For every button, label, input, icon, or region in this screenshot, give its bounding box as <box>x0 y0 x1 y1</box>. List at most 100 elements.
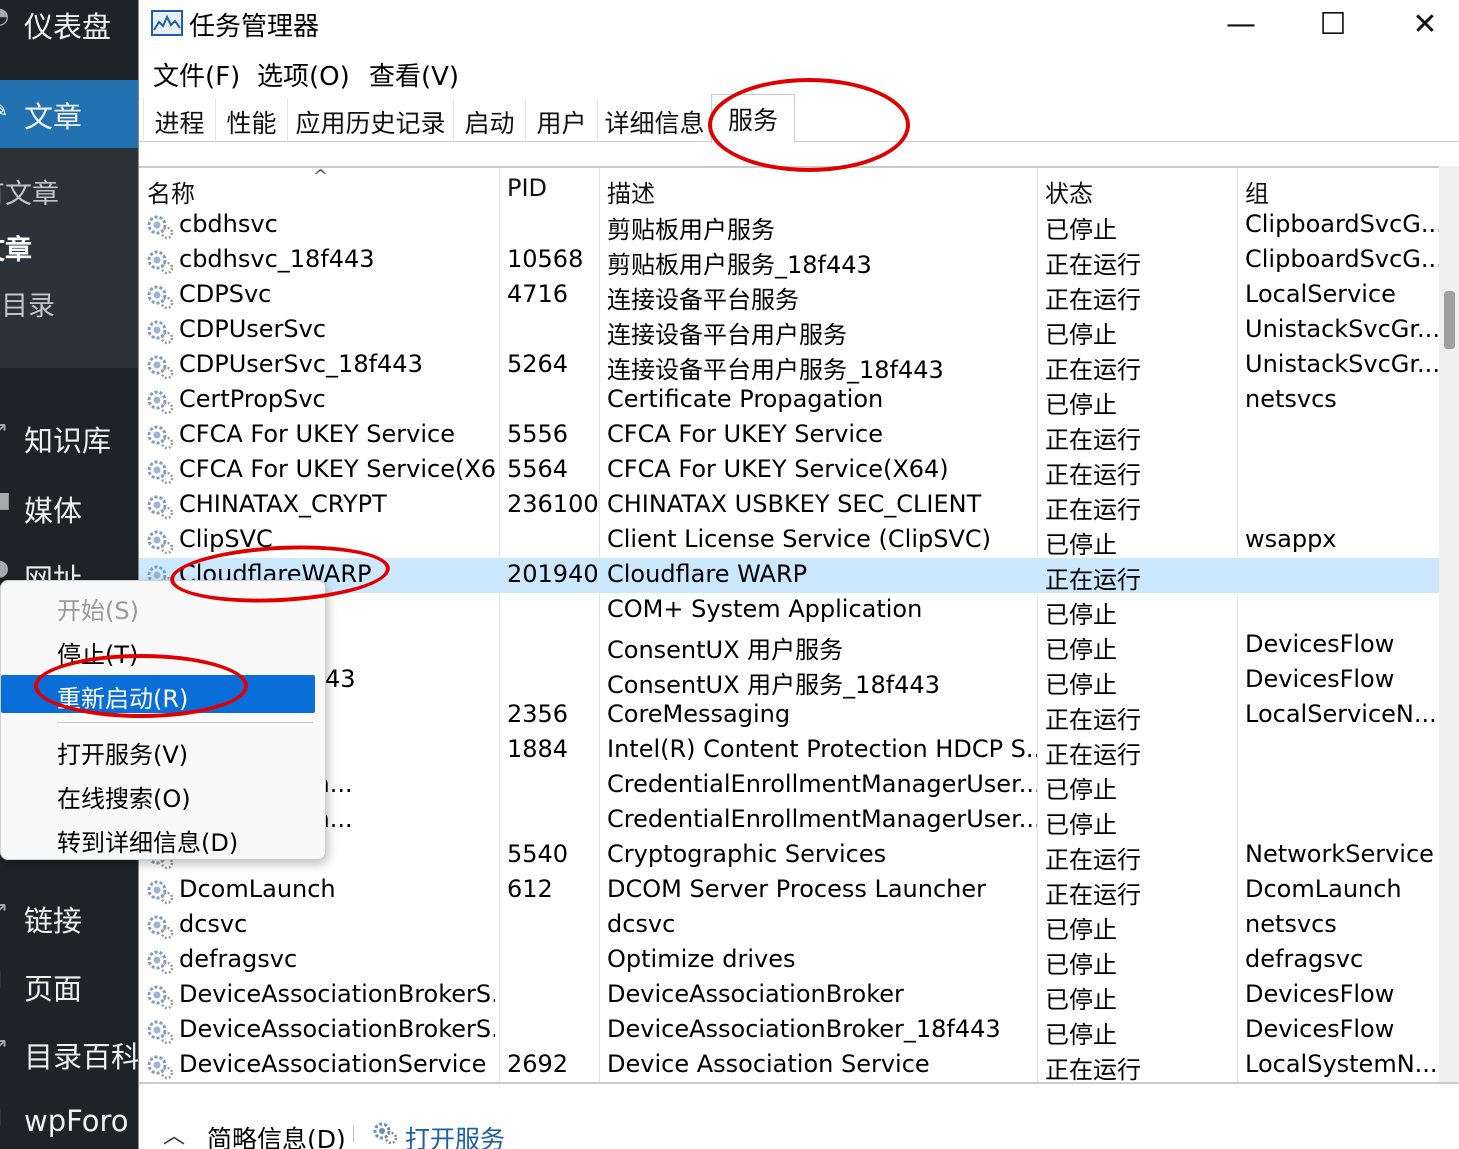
wp-menu-knowledge-base[interactable]: ↗ 知识库 <box>0 418 138 462</box>
table-row[interactable]: rollmentMan...CredentialEnrollmentManage… <box>139 768 1439 804</box>
wp-menu-label: 媒体 <box>24 494 83 528</box>
cell-name: CHINATAX_CRYPT <box>179 490 387 518</box>
chevron-up-icon[interactable]: ︿ <box>163 1118 185 1149</box>
menu-item-go-to-details[interactable]: 转到详细信息(D) <box>1 819 315 857</box>
menu-item-open-services[interactable]: 打开服务(V) <box>1 731 315 769</box>
cell-group: DevicesFlow <box>1245 630 1395 658</box>
column-header-description[interactable]: 描述 <box>607 174 655 209</box>
cell-description: Certificate Propagation <box>607 385 884 413</box>
cell-status: 已停止 <box>1045 776 1117 804</box>
wp-menu-wpforo[interactable]: ▮ wpForo <box>0 1104 138 1148</box>
column-header-pid[interactable]: PID <box>507 174 547 202</box>
directory-icon: ↗ <box>0 1034 8 1059</box>
cell-group: LocalServiceN... <box>1245 700 1437 728</box>
menu-item-search-online[interactable]: 在线搜索(O) <box>1 775 315 813</box>
table-row[interactable]: serSvc_18f443ConsentUX 用户服务_18f443已停止Dev… <box>139 663 1439 699</box>
table-row[interactable]: CDPSvc 4716 连接设备平台服务 正在运行 LocalService <box>139 278 1439 314</box>
table-row[interactable]: ngRegistrar2356CoreMessaging正在运行LocalSer… <box>139 698 1439 734</box>
maximize-button[interactable]: ☐ <box>1287 0 1379 48</box>
cell-description: DeviceAssociationBroker <box>607 980 904 1008</box>
minimize-button[interactable]: — <box>1195 0 1287 48</box>
tab-performance[interactable]: 性能 <box>215 98 287 142</box>
cell-name: CDPUserSvc <box>179 315 327 343</box>
wp-submenu-all-posts[interactable]: 有文章 <box>0 172 59 211</box>
gear-icon <box>145 457 175 485</box>
wp-submenu-new-post[interactable]: 文章 <box>0 228 32 267</box>
wp-menu-pages[interactable]: ▮ 页面 <box>0 966 138 1010</box>
cell-group: netsvcs <box>1245 385 1337 413</box>
wp-submenu-categories[interactable]: 类目录 <box>0 284 55 323</box>
sort-ascending-icon: ^ <box>313 166 329 187</box>
cell-status: 已停止 <box>1045 1021 1117 1049</box>
cell-description: 连接设备平台服务 <box>607 286 799 314</box>
cell-status: 正在运行 <box>1045 426 1141 454</box>
wp-menu-label: 页面 <box>24 972 83 1006</box>
wp-menu-dashboard[interactable]: ◔ 仪表盘 <box>0 4 138 48</box>
wp-menu-directory[interactable]: ↗ 目录百科 <box>0 1034 138 1078</box>
wp-submenu-tags[interactable]: 签 <box>0 340 1 379</box>
wp-menu-media[interactable]: ■ 媒体 <box>0 488 138 532</box>
tab-details[interactable]: 详细信息 <box>597 98 711 142</box>
table-row[interactable]: CertPropSvc Certificate Propagation 已停止 net… <box>139 383 1439 419</box>
cell-group: DcomLaunch <box>1245 875 1402 903</box>
scrollbar-thumb[interactable] <box>1444 291 1455 349</box>
gear-icon <box>145 1052 175 1080</box>
table-row[interactable]: CDPUserSvc_18f443 5264 连接设备平台用户服务_18f443 正在… <box>139 348 1439 384</box>
tab-users[interactable]: 用户 <box>525 98 597 142</box>
column-header-status[interactable]: 状态 <box>1045 174 1093 209</box>
gear-icon <box>145 282 175 310</box>
table-row[interactable]: DcomLaunch 612 DCOM Server Process Launche… <box>139 873 1439 909</box>
table-row[interactable]: cbdhsvc 剪贴板用户服务 已停止 ClipboardSvcG... <box>139 208 1439 244</box>
gear-icon <box>145 947 175 975</box>
wp-menu-posts[interactable]: ✎ 文章 <box>0 80 138 148</box>
title-bar[interactable]: 任务管理器 — ☐ ✕ <box>139 0 1459 48</box>
table-row[interactable]: DeviceAssociationBrokerS... DeviceAssocia… <box>139 1013 1439 1049</box>
cell-description: Cryptographic Services <box>607 840 887 868</box>
tab-app-history[interactable]: 应用历史记录 <box>287 98 453 142</box>
cell-description: CredentialEnrollmentManagerUser... <box>607 805 1037 833</box>
table-row[interactable]: serSvcConsentUX 用户服务已停止DevicesFlow <box>139 628 1439 664</box>
maximize-icon: ☐ <box>1319 6 1347 42</box>
cell-status: 正在运行 <box>1045 881 1141 909</box>
footer-divider <box>353 1126 354 1142</box>
vertical-scrollbar[interactable] <box>1439 166 1459 1082</box>
wp-menu-links[interactable]: ↗ 链接 <box>0 898 138 942</box>
table-row[interactable]: CFCA For UKEY Service 5556 CFCA For UKEY S… <box>139 418 1439 454</box>
table-row[interactable]: COM+ System Application 已停止 <box>139 593 1439 629</box>
cell-name: cbdhsvc <box>179 210 278 238</box>
chart-icon <box>151 10 183 36</box>
table-row[interactable]: defragsvc Optimize drives 已停止 defragsvc <box>139 943 1439 979</box>
table-row[interactable]: CDPUserSvc 连接设备平台用户服务 已停止 UnistackSvcGr... <box>139 313 1439 349</box>
close-button[interactable]: ✕ <box>1379 0 1459 48</box>
table-row[interactable]: DeviceAssociationService 2692 Device Assoc… <box>139 1048 1439 1082</box>
table-row[interactable]: dcsvc dcsvc 已停止 netsvcs <box>139 908 1439 944</box>
globe-icon: ● <box>0 556 9 581</box>
cell-description: 剪贴板用户服务_18f443 <box>607 251 872 279</box>
column-header-name[interactable]: 名称 <box>147 174 195 209</box>
table-row[interactable]: CFCA For UKEY Service(X6... 5564 CFCA For … <box>139 453 1439 489</box>
table-row[interactable]: cbdhsvc_18f443 10568 剪贴板用户服务_18f443 正在运行 Cli… <box>139 243 1439 279</box>
cell-status: 正在运行 <box>1045 496 1141 524</box>
cell-pid: 612 <box>507 875 553 903</box>
menu-view[interactable]: 查看(V) <box>369 56 459 93</box>
column-header-group[interactable]: 组 <box>1245 174 1269 209</box>
table-row[interactable]: DeviceAssociationBrokerS... DeviceAssocia… <box>139 978 1439 1014</box>
cell-status: 正在运行 <box>1045 1056 1141 1082</box>
tab-processes[interactable]: 进程 <box>143 98 215 142</box>
tab-startup[interactable]: 启动 <box>453 98 525 142</box>
gear-icon <box>145 247 175 275</box>
table-row[interactable]: CHINATAX_CRYPT 236100 CHINATAX USBKEY SEC_… <box>139 488 1439 524</box>
menu-options[interactable]: 选项(O) <box>257 56 350 93</box>
open-services-link[interactable]: 打开服务 <box>405 1120 505 1149</box>
menu-file[interactable]: 文件(F) <box>153 56 240 93</box>
cell-status: 正在运行 <box>1045 251 1141 279</box>
cell-description: ConsentUX 用户服务_18f443 <box>607 671 940 699</box>
cell-status: 已停止 <box>1045 321 1117 349</box>
table-row[interactable]: 1884 Intel(R) Content Protection HDCP S..… <box>139 733 1439 769</box>
fewer-details-button[interactable]: 简略信息(D) <box>207 1120 346 1149</box>
table-row[interactable]: 5540 Cryptographic Services 正在运行 NetworkSer… <box>139 838 1439 874</box>
cell-name: CDPUserSvc_18f443 <box>179 350 423 378</box>
table-row[interactable]: rollmentMan...CredentialEnrollmentManage… <box>139 803 1439 839</box>
cell-description: ConsentUX 用户服务 <box>607 636 844 664</box>
cell-status: 已停止 <box>1045 671 1117 699</box>
